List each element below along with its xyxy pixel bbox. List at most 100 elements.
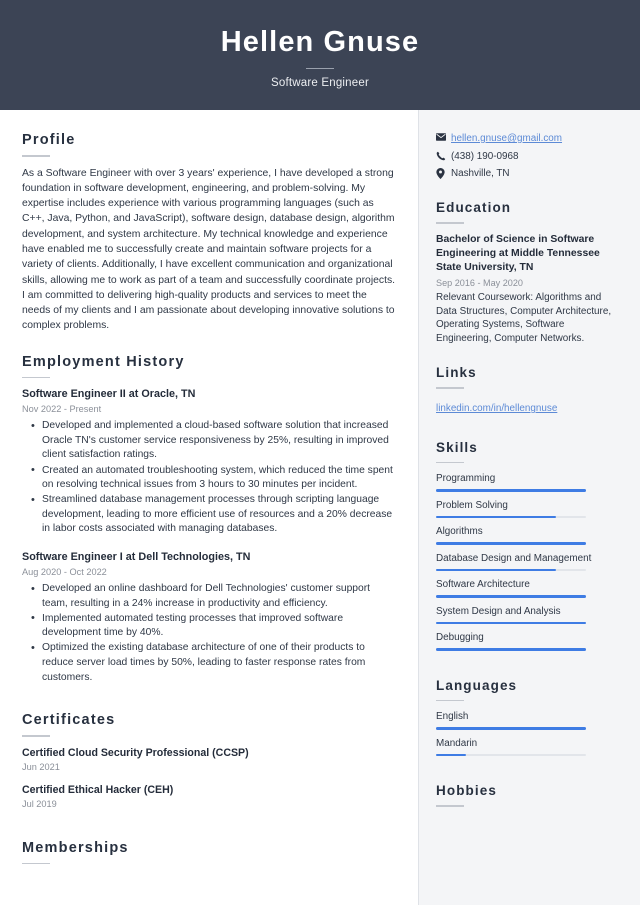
envelope-icon (436, 132, 451, 141)
section-languages: Languages English Mandarin (436, 678, 620, 757)
skill-bar-fill (436, 515, 556, 519)
skill-label: Debugging (436, 632, 484, 644)
job-bullet-list: Developed an online dashboard for Dell T… (22, 582, 396, 685)
heading-rule (436, 805, 464, 807)
skill-bar-track (436, 568, 586, 572)
skill-item: Algorithms (436, 525, 620, 545)
skill-bar-track (436, 515, 586, 519)
certificate-entry: Certified Cloud Security Professional (C… (22, 746, 396, 773)
heading-rule (22, 862, 50, 865)
job-bullet: Developed an online dashboard for Dell T… (22, 582, 396, 611)
skill-bar-track (436, 648, 586, 651)
job-bullet: Optimized the existing database architec… (22, 641, 396, 685)
language-bar-track (436, 753, 586, 757)
phone-icon (436, 150, 451, 161)
sidebar-column: hellen.gnuse@gmail.com (438) 190-0968 Na… (418, 110, 640, 905)
contact-info: hellen.gnuse@gmail.com (438) 190-0968 Na… (436, 132, 620, 180)
skill-bar-track (436, 621, 586, 625)
section-certificates: Certificates Certified Cloud Security Pr… (22, 712, 396, 810)
education-heading: Education (436, 200, 512, 215)
job-entry: Software Engineer II at Oracle, TN Nov 2… (22, 387, 396, 537)
employment-heading: Employment History (22, 353, 185, 370)
certificate-name: Certified Cloud Security Professional (C… (22, 746, 249, 759)
job-bullet: Implemented automated testing processes … (22, 611, 396, 641)
heading-rule (22, 155, 50, 157)
email-link[interactable]: hellen.gnuse@gmail.com (451, 132, 562, 145)
section-profile: Profile As a Software Engineer with over… (22, 132, 396, 334)
heading-rule (436, 461, 464, 464)
language-bar-fill (436, 753, 466, 757)
skill-bar-fill (436, 542, 586, 545)
education-degree: Bachelor of Science in Software Engineer… (436, 233, 600, 273)
language-item: English (436, 710, 620, 730)
skill-bar-fill (436, 568, 556, 572)
certificate-date: Jul 2019 (22, 798, 57, 809)
section-employment-history: Employment History Software Engineer II … (22, 354, 396, 685)
job-title: Software Engineer II at Oracle, TN (22, 388, 196, 401)
skill-item: Software Architecture (436, 578, 620, 598)
skill-label: System Design and Analysis (436, 605, 561, 617)
certificate-name: Certified Ethical Hacker (CEH) (22, 783, 174, 796)
memberships-heading: Memberships (22, 839, 129, 856)
skill-bar-fill (436, 621, 586, 625)
certificate-entry: Certified Ethical Hacker (CEH) Jul 2019 (22, 783, 396, 810)
skill-bar-fill (436, 595, 586, 598)
language-bar-fill (436, 727, 586, 730)
skill-bar-fill (436, 489, 586, 492)
job-date: Aug 2020 - Oct 2022 (22, 567, 107, 578)
section-education: Education Bachelor of Science in Softwar… (436, 200, 620, 345)
job-bullet: Created an automated troubleshooting sys… (22, 463, 396, 493)
phone-number: (438) 190-0968 (451, 150, 519, 162)
skill-bar-track (436, 542, 586, 545)
skill-item: System Design and Analysis (436, 605, 620, 625)
contact-row-phone: (438) 190-0968 (436, 150, 620, 163)
job-date: Nov 2022 - Present (22, 404, 102, 415)
skill-bar-track (436, 489, 586, 492)
job-bullet: Developed and implemented a cloud-based … (22, 419, 396, 463)
skill-label: Problem Solving (436, 499, 508, 511)
skill-bar-fill (436, 648, 586, 651)
heading-rule (436, 699, 464, 702)
language-item: Mandarin (436, 737, 620, 757)
certificates-heading: Certificates (22, 712, 116, 729)
skill-item: Debugging (436, 631, 620, 651)
main-column: Profile As a Software Engineer with over… (0, 110, 418, 905)
language-bar-track (436, 727, 586, 730)
heading-rule (436, 387, 464, 389)
language-label: English (436, 711, 469, 723)
skill-label: Programming (436, 473, 496, 485)
heading-rule (436, 222, 464, 224)
skill-bar-track (436, 595, 586, 598)
profile-heading: Profile (22, 132, 76, 148)
section-skills: Skills Programming Problem Solving Algor… (436, 440, 620, 651)
skill-label: Software Architecture (436, 579, 530, 591)
job-bullet-list: Developed and implemented a cloud-based … (22, 419, 396, 537)
contact-row-location: Nashville, TN (436, 167, 620, 180)
education-date: Sep 2016 - May 2020 (436, 278, 523, 289)
section-links: Links linkedin.com/in/hellengnuse (436, 365, 620, 416)
skills-heading: Skills (436, 439, 478, 455)
language-label: Mandarin (436, 737, 478, 749)
skill-item: Database Design and Management (436, 552, 620, 572)
job-entry: Software Engineer I at Dell Technologies… (22, 550, 396, 685)
header-divider (306, 68, 334, 69)
skill-label: Algorithms (436, 526, 483, 538)
resume-page: Hellen Gnuse Software Engineer Profile A… (0, 0, 640, 905)
skill-label: Database Design and Management (436, 552, 592, 564)
hobbies-heading: Hobbies (436, 783, 497, 799)
links-heading: Links (436, 365, 477, 381)
linkedin-link[interactable]: linkedin.com/in/hellengnuse (436, 403, 557, 414)
certificate-date: Jun 2021 (22, 761, 60, 772)
languages-heading: Languages (436, 677, 518, 693)
profile-text: As a Software Engineer with over 3 years… (22, 167, 396, 332)
education-description: Relevant Coursework: Algorithms and Data… (436, 292, 612, 344)
job-title: Software Engineer I at Dell Technologies… (22, 551, 251, 564)
page-title: Hellen Gnuse (220, 26, 420, 58)
